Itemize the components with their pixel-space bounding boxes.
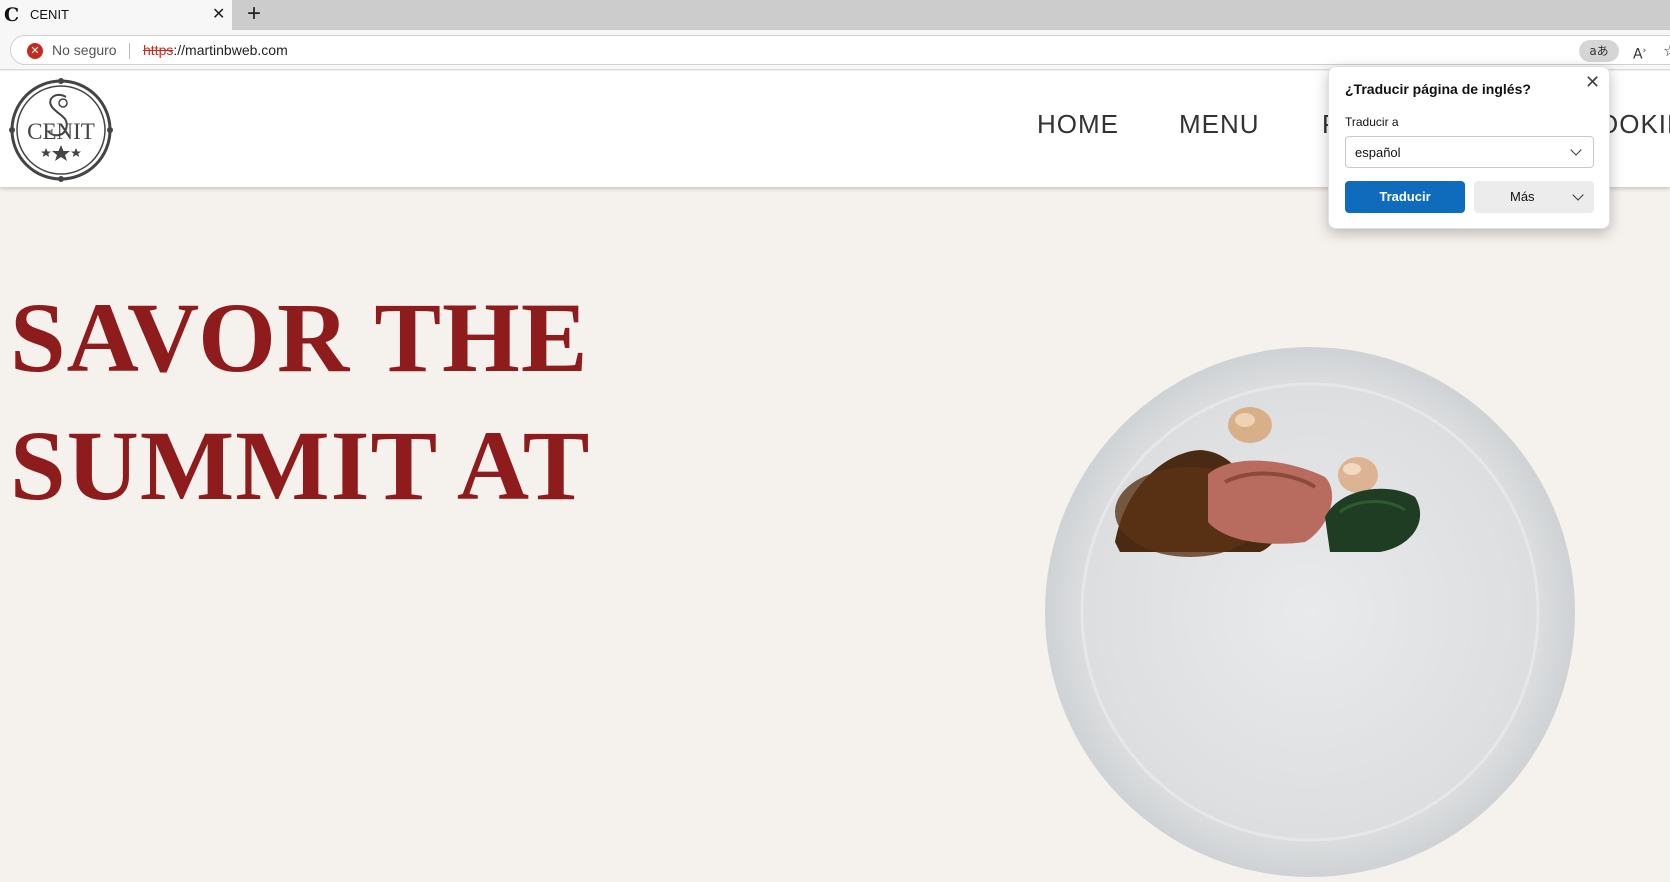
url-protocol: https — [143, 42, 174, 58]
favorite-star-icon[interactable]: ☆ — [1663, 40, 1670, 62]
nav-menu[interactable]: MENU — [1179, 109, 1260, 140]
hero-title-line-2: SUMMIT AT — [10, 410, 591, 521]
target-language-label: Traducir a — [1345, 115, 1399, 129]
security-status[interactable]: No seguro — [52, 42, 117, 58]
translate-button[interactable]: Traducir — [1345, 181, 1465, 213]
new-tab-icon[interactable]: + — [247, 1, 261, 27]
separator — [129, 43, 130, 59]
translate-icon[interactable]: aあ — [1579, 40, 1619, 62]
translate-popup-title: ¿Traducir página de inglés? — [1345, 81, 1531, 97]
nav-home[interactable]: HOME — [1037, 109, 1119, 140]
logo-text: CENIT — [27, 119, 95, 144]
address-bar[interactable]: ✕ No seguro https://martinbweb.com aあ A›… — [10, 35, 1670, 65]
not-secure-icon[interactable]: ✕ — [27, 43, 43, 59]
favicon-icon: C — [4, 4, 20, 26]
translate-popup: ¿Traducir página de inglés? ✕ Traducir a… — [1328, 66, 1610, 229]
more-button[interactable]: Más — [1474, 181, 1594, 213]
food-plate-image — [1045, 347, 1575, 877]
chevron-down-icon — [1572, 189, 1584, 201]
close-tab-icon[interactable]: ✕ — [212, 5, 225, 23]
selected-language: español — [1355, 145, 1401, 160]
browser-tab[interactable]: C CENIT ✕ — [0, 0, 232, 30]
url-text[interactable]: https://martinbweb.com — [143, 42, 288, 58]
tab-strip: C CENIT ✕ + — [0, 0, 1670, 30]
chevron-down-icon — [1570, 144, 1582, 156]
browser-toolbar: ✕ No seguro https://martinbweb.com aあ A›… — [0, 30, 1670, 70]
url-host: ://martinbweb.com — [173, 42, 288, 58]
close-icon[interactable]: ✕ — [1585, 73, 1600, 93]
cenit-logo[interactable]: CENIT — [8, 77, 114, 183]
more-button-label: Más — [1510, 189, 1535, 204]
hero-title-line-1: SAVOR THE — [10, 282, 589, 393]
read-aloud-icon[interactable]: A› — [1633, 40, 1646, 66]
tab-title: CENIT — [30, 7, 69, 22]
target-language-select[interactable]: español — [1345, 136, 1594, 168]
